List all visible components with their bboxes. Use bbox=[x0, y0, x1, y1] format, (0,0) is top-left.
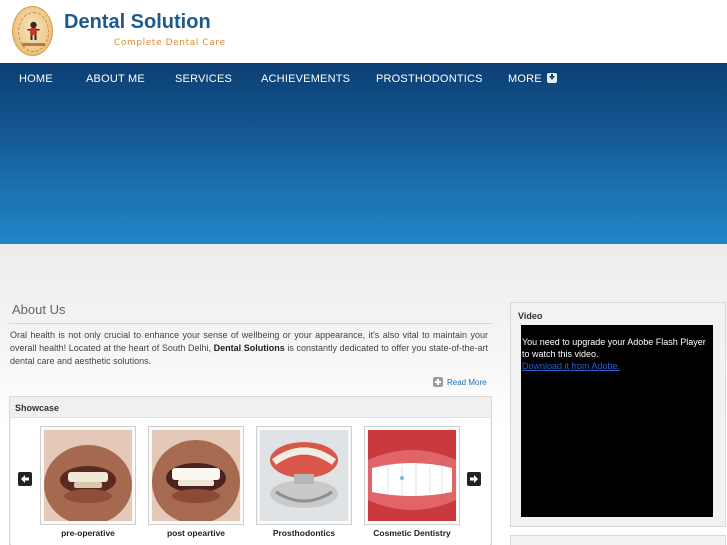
arrow-right-icon bbox=[470, 475, 478, 483]
about-paragraph: Oral health is not only crucial to enhan… bbox=[10, 329, 488, 369]
showcase-thumb-prosthodontics[interactable] bbox=[256, 426, 352, 525]
download-flash-link[interactable]: Download it from Adobe. bbox=[522, 360, 712, 372]
showcase-thumb-pre-operative[interactable] bbox=[40, 426, 136, 525]
showcase-caption: Prosthodontics bbox=[272, 528, 336, 538]
showcase-carousel: pre-operative post opeartive Prosthodont… bbox=[11, 417, 490, 545]
showcase-panel: Showcase pre-operative post opeartive Pr… bbox=[9, 396, 492, 545]
read-more-label: Read More bbox=[447, 377, 487, 387]
showcase-caption: post opeartive bbox=[166, 528, 226, 538]
post-operative-photo bbox=[152, 430, 240, 521]
nav-prosthodontics[interactable]: PROSTHODONTICS bbox=[376, 73, 483, 85]
nav-more[interactable]: MORE bbox=[508, 73, 557, 85]
about-heading: About Us bbox=[12, 302, 66, 317]
arrow-left-icon bbox=[21, 475, 29, 483]
tooth-mascot-icon bbox=[27, 21, 40, 40]
down-arrow-icon bbox=[546, 73, 557, 83]
carousel-prev-button[interactable] bbox=[18, 472, 32, 486]
nav-more-label: MORE bbox=[508, 73, 542, 85]
flash-upgrade-message: You need to upgrade your Adobe Flash Pla… bbox=[522, 337, 706, 359]
hero-banner: HOME ABOUT ME SERVICES ACHIEVEMENTS PROS… bbox=[0, 63, 727, 244]
about-text-bold: Dental Solutions bbox=[213, 343, 285, 354]
showcase-caption: Cosmetic Dentistry bbox=[373, 528, 451, 538]
video-player[interactable]: You need to upgrade your Adobe Flash Pla… bbox=[521, 325, 713, 517]
video-heading: Video bbox=[518, 311, 543, 321]
read-more-link[interactable]: Read More bbox=[433, 376, 487, 388]
secondary-side-panel bbox=[510, 535, 726, 545]
nav-achievements[interactable]: ACHIEVEMENTS bbox=[261, 73, 350, 85]
nav-home[interactable]: HOME bbox=[19, 73, 53, 85]
site-tagline: Complete Dental Care bbox=[114, 38, 226, 48]
site-title[interactable]: Dental Solution bbox=[64, 11, 211, 34]
about-divider bbox=[9, 323, 492, 324]
logo-banner bbox=[22, 43, 45, 46]
showcase-thumb-cosmetic-dentistry[interactable] bbox=[364, 426, 460, 525]
carousel-next-button[interactable] bbox=[467, 472, 481, 486]
video-panel: Video You need to upgrade your Adobe Fla… bbox=[510, 302, 726, 527]
prosthodontics-photo bbox=[260, 430, 348, 521]
site-header: Dental Solution Complete Dental Care bbox=[0, 0, 727, 63]
showcase-heading: Showcase bbox=[15, 403, 60, 413]
clinic-logo[interactable] bbox=[12, 6, 53, 56]
cosmetic-dentistry-photo bbox=[368, 430, 456, 521]
nav-services[interactable]: SERVICES bbox=[175, 73, 232, 85]
plus-icon bbox=[433, 377, 443, 387]
pre-operative-photo bbox=[44, 430, 132, 521]
showcase-caption: pre-operative bbox=[61, 528, 115, 538]
nav-about-me[interactable]: ABOUT ME bbox=[86, 73, 145, 85]
main-navigation: HOME ABOUT ME SERVICES ACHIEVEMENTS PROS… bbox=[0, 63, 727, 97]
showcase-thumb-post-operative[interactable] bbox=[148, 426, 244, 525]
